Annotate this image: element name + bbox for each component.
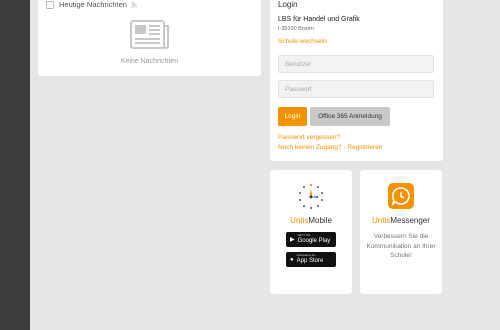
newspaper-icon — [130, 20, 169, 49]
forgot-password-link[interactable]: Passwort vergessen? — [278, 134, 340, 141]
untis-messenger-title: UntisMessenger — [372, 216, 430, 225]
school-address: I-39100 Bozen — [278, 26, 314, 32]
password-input[interactable] — [278, 80, 434, 98]
username-input[interactable] — [278, 55, 434, 73]
news-empty-message: Keine Nachrichten — [120, 58, 179, 65]
office365-login-button[interactable]: Office 365 Anmeldung — [310, 107, 390, 126]
login-title: Login — [278, 0, 298, 9]
login-card: Login LBS für Handel und Grafik I-39100 … — [270, 0, 443, 161]
switch-school-link[interactable]: Schule wechseln — [278, 38, 327, 45]
app-store-badge[interactable]: ● Download on the App Store — [286, 252, 336, 267]
news-title: Heutige Nachrichten — [59, 0, 127, 9]
untis-mobile-clock-icon — [299, 183, 323, 209]
google-play-icon: ▶ — [290, 237, 295, 243]
left-sidebar-strip — [0, 0, 30, 330]
untis-mobile-card: UntisMobile ▶ GET IT ON Google Play ● Do… — [270, 170, 352, 294]
register-link[interactable]: Noch keinen Zugang? - Registrieren — [278, 144, 382, 151]
untis-messenger-card: UntisMessenger Verbessern Sie die Kommun… — [360, 170, 442, 294]
untis-messenger-description: Verbessern Sie die Kommunikation an Ihre… — [366, 233, 436, 259]
apple-icon: ● — [290, 256, 294, 263]
school-name: LBS für Handel und Grafik — [278, 16, 360, 23]
rss-icon[interactable] — [131, 1, 137, 8]
google-play-badge[interactable]: ▶ GET IT ON Google Play — [286, 232, 336, 247]
news-header: Heutige Nachrichten — [46, 0, 137, 9]
news-toggle-checkbox[interactable] — [46, 0, 54, 9]
news-card: Heutige Nachrichten Keine Nachrichten — [38, 0, 261, 76]
login-button[interactable]: Login — [278, 107, 307, 126]
untis-mobile-title: UntisMobile — [290, 216, 332, 225]
untis-messenger-icon — [388, 183, 414, 209]
